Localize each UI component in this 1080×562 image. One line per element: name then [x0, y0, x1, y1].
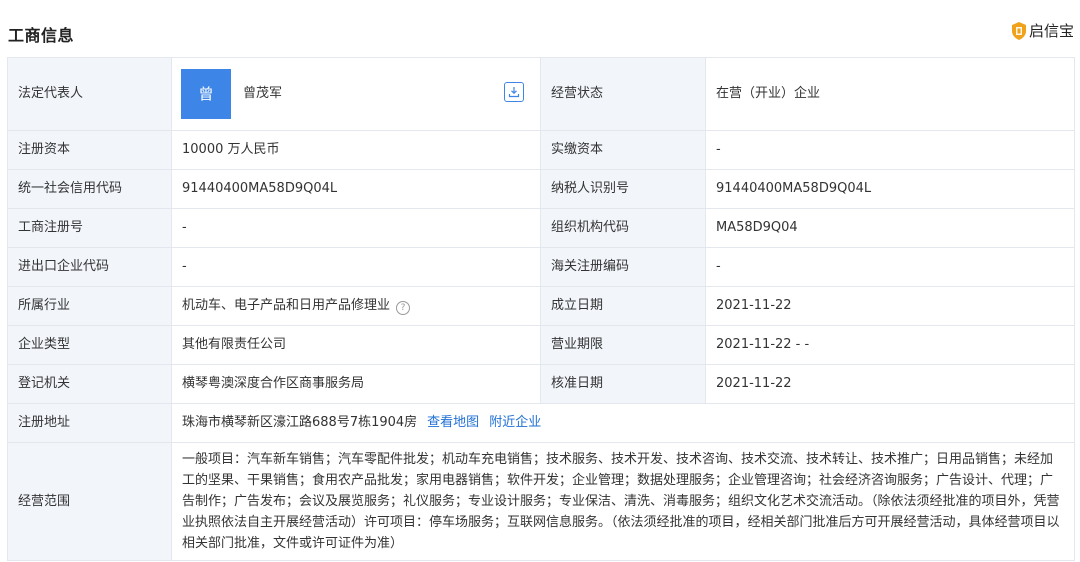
view-map-link[interactable]: 查看地图	[427, 415, 479, 430]
value-registration-no: -	[171, 208, 541, 248]
value-registration-authority: 横琴粤澳深度合作区商事服务局	[171, 364, 541, 404]
nearby-companies-link[interactable]: 附近企业	[489, 415, 541, 430]
question-circle-icon[interactable]: ?	[396, 301, 411, 315]
label-legal-rep: 法定代表人	[7, 57, 172, 131]
business-info-table: 法定代表人 曾 曾茂军 经营状态 在营（开业）企业 注册资本 10000 万人民…	[7, 57, 1075, 561]
label-taxpayer-id: 纳税人识别号	[540, 169, 706, 209]
value-taxpayer-id: 91440400MA58D9Q04L	[705, 169, 1075, 209]
table-row: 企业类型 其他有限责任公司 营业期限 2021-11-22 - -	[7, 325, 1075, 365]
table-row: 所属行业 机动车、电子产品和日用产品修理业? 成立日期 2021-11-22	[7, 286, 1075, 326]
label-company-type: 企业类型	[7, 325, 172, 365]
label-paid-capital: 实缴资本	[540, 130, 706, 170]
label-registered-capital: 注册资本	[7, 130, 172, 170]
table-row: 工商注册号 - 组织机构代码 MA58D9Q04	[7, 208, 1075, 248]
label-business-scope: 经营范围	[7, 442, 172, 561]
shield-logo-icon	[1011, 21, 1026, 40]
label-registration-no: 工商注册号	[7, 208, 172, 248]
business-scope-cell: 一般项目：汽车新车销售；汽车零配件批发；机动车充电销售；技术服务、技术开发、技术…	[171, 442, 1075, 561]
value-business-scope: 一般项目：汽车新车销售；汽车零配件批发；机动车充电销售；技术服务、技术开发、技术…	[182, 452, 1060, 551]
table-row: 经营范围 一般项目：汽车新车销售；汽车零配件批发；机动车充电销售；技术服务、技术…	[7, 442, 1075, 561]
label-org-code: 组织机构代码	[540, 208, 706, 248]
label-approval-date: 核准日期	[540, 364, 706, 404]
address-cell: 珠海市横琴新区濠江路688号7栋1904房 查看地图 附近企业	[171, 403, 1075, 443]
download-icon	[508, 87, 520, 98]
value-customs-code: -	[705, 247, 1075, 287]
table-row: 注册地址 珠海市横琴新区濠江路688号7栋1904房 查看地图 附近企业	[7, 403, 1075, 443]
table-row: 注册资本 10000 万人民币 实缴资本 -	[7, 130, 1075, 170]
value-business-term: 2021-11-22 - -	[705, 325, 1075, 365]
avatar: 曾	[181, 69, 231, 119]
value-import-export-code: -	[171, 247, 541, 287]
label-industry: 所属行业	[7, 286, 172, 326]
label-import-export-code: 进出口企业代码	[7, 247, 172, 287]
table-row: 进出口企业代码 - 海关注册编码 -	[7, 247, 1075, 287]
label-registration-authority: 登记机关	[7, 364, 172, 404]
value-status: 在营（开业）企业	[705, 57, 1075, 131]
value-org-code: MA58D9Q04	[705, 208, 1075, 248]
label-credit-code: 统一社会信用代码	[7, 169, 172, 209]
label-business-term: 营业期限	[540, 325, 706, 365]
value-company-type: 其他有限责任公司	[171, 325, 541, 365]
legal-rep-cell: 曾 曾茂军	[171, 57, 541, 131]
label-founded-date: 成立日期	[540, 286, 706, 326]
brand-name: 启信宝	[1028, 22, 1074, 40]
value-credit-code: 91440400MA58D9Q04L	[171, 169, 541, 209]
value-registered-capital: 10000 万人民币	[171, 130, 541, 170]
value-industry: 机动车、电子产品和日用产品修理业	[182, 298, 391, 313]
legal-rep-name[interactable]: 曾茂军	[243, 85, 282, 103]
value-approval-date: 2021-11-22	[705, 364, 1075, 404]
value-paid-capital: -	[705, 130, 1075, 170]
label-customs-code: 海关注册编码	[540, 247, 706, 287]
table-row: 法定代表人 曾 曾茂军 经营状态 在营（开业）企业	[7, 57, 1075, 131]
table-row: 登记机关 横琴粤澳深度合作区商事服务局 核准日期 2021-11-22	[7, 364, 1075, 404]
page-title: 工商信息	[8, 26, 75, 45]
industry-cell: 机动车、电子产品和日用产品修理业?	[171, 286, 541, 326]
value-founded-date: 2021-11-22	[705, 286, 1075, 326]
download-button[interactable]	[504, 82, 524, 102]
value-address: 珠海市横琴新区濠江路688号7栋1904房	[182, 415, 418, 430]
label-address: 注册地址	[7, 403, 172, 443]
brand-logo: 启信宝	[1011, 20, 1074, 41]
header: 工商信息 启信宝	[0, 0, 1080, 62]
table-row: 统一社会信用代码 91440400MA58D9Q04L 纳税人识别号 91440…	[7, 169, 1075, 209]
label-status: 经营状态	[540, 57, 706, 131]
